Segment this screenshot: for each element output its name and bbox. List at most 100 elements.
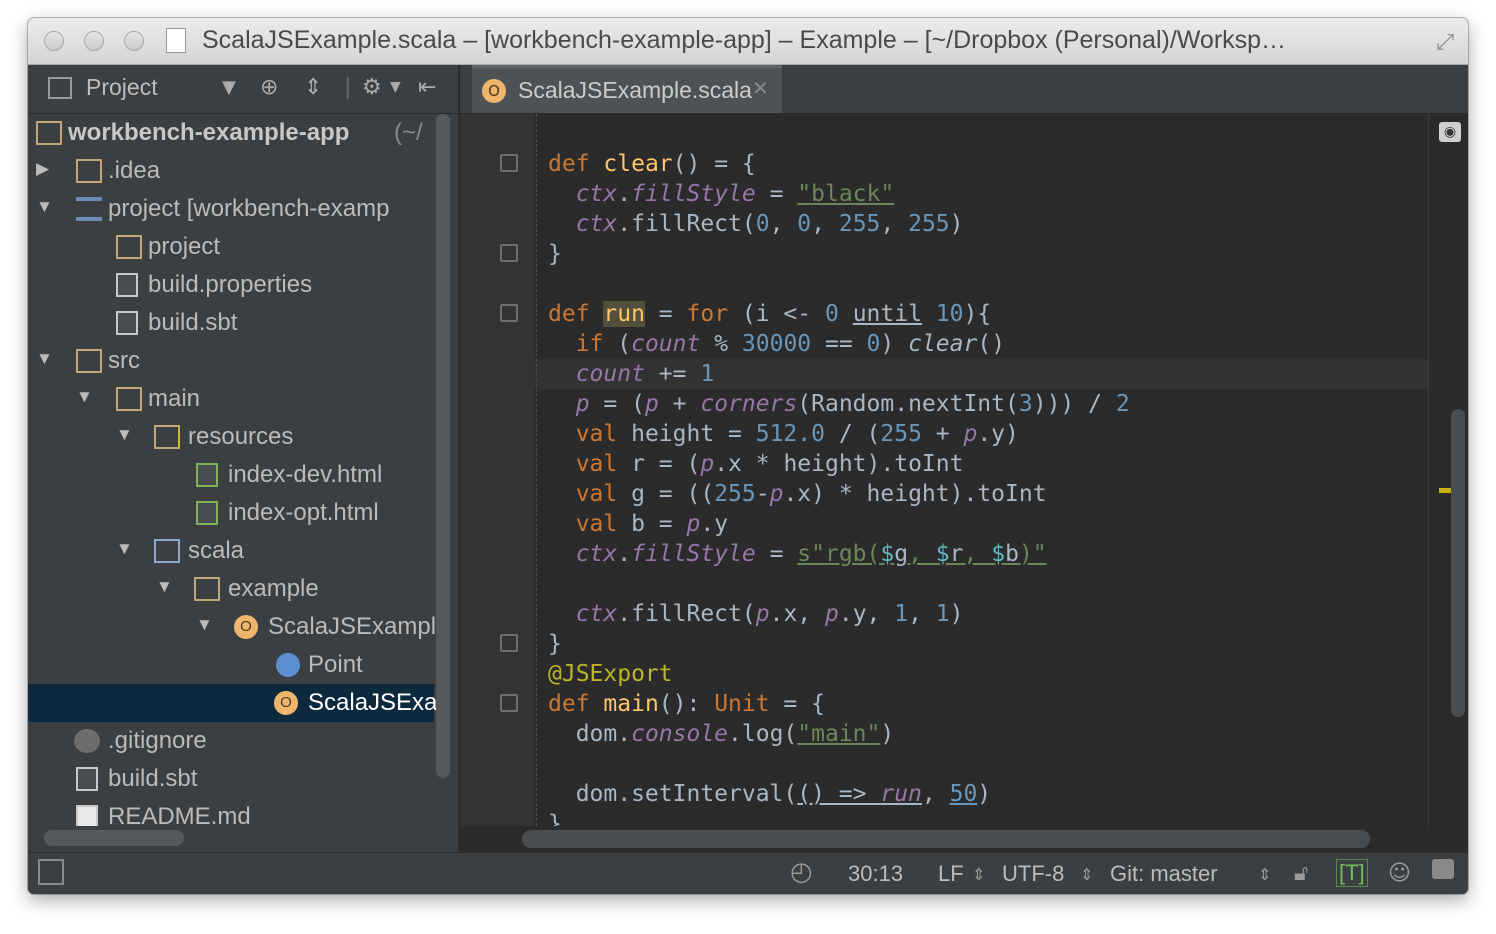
- ide-window: ScalaJSExample.scala – [workbench-exampl…: [28, 18, 1468, 894]
- fold-marker-icon[interactable]: [500, 154, 518, 172]
- memory-indicator-icon[interactable]: ◴: [790, 857, 813, 887]
- editor-vertical-scrollbar[interactable]: [1451, 409, 1465, 717]
- tree-item-gitignore[interactable]: .gitignore: [28, 722, 434, 760]
- collapse-arrow-icon[interactable]: ▼: [76, 387, 93, 407]
- tree-item-build-properties[interactable]: build.properties: [28, 266, 434, 304]
- module-folder-icon: [36, 121, 62, 145]
- inspector-icon[interactable]: ☺: [1388, 861, 1411, 886]
- tree-item-build-sbt[interactable]: build.sbt: [28, 760, 434, 798]
- inspection-eye-icon[interactable]: ◉: [1439, 122, 1461, 142]
- tree-item-index-opt-html[interactable]: index-opt.html: [28, 494, 434, 532]
- tab-scalajsexample[interactable]: O ScalaJSExample.scala ✕: [472, 65, 782, 113]
- close-window-button[interactable]: [44, 31, 64, 51]
- tree-item-scalajsexample-file[interactable]: ▼ O ScalaJSExampl: [28, 608, 436, 646]
- code-line: ctx.fillRect(p.x, p.y, 1, 1): [575, 601, 964, 627]
- collapse-arrow-icon[interactable]: ▼: [36, 197, 53, 217]
- tree-item-idea[interactable]: ▶ .idea: [28, 152, 434, 190]
- scala-object-icon: O: [482, 79, 506, 103]
- editor-tab-bar: O ScalaJSExample.scala ✕: [460, 65, 1468, 114]
- tree-item-scalajsexample-object[interactable]: O ScalaJSExar: [28, 684, 445, 722]
- zoom-window-button[interactable]: [124, 31, 144, 51]
- source-folder-icon: [154, 539, 180, 563]
- window-title: ScalaJSExample.scala – [workbench-exampl…: [202, 26, 1287, 54]
- tree-vertical-scrollbar[interactable]: [436, 114, 450, 778]
- chevron-down-icon[interactable]: ▼: [222, 77, 236, 98]
- git-branch-arrows-icon[interactable]: ⇕: [1258, 865, 1271, 884]
- tree-item-workbench-example-app[interactable]: workbench-example-app (~/: [28, 114, 434, 152]
- gear-dropdown-icon[interactable]: ▼: [390, 79, 401, 95]
- collapse-arrow-icon[interactable]: ▼: [36, 349, 53, 369]
- code-line: def run = for (i <- 0 until 10){: [548, 301, 992, 327]
- git-branch-selector[interactable]: Git: master: [1110, 861, 1218, 887]
- editor-gutter: [460, 114, 534, 826]
- encoding-selector[interactable]: UTF-8: [1002, 861, 1064, 887]
- tree-item-scala[interactable]: ▼ scala: [28, 532, 434, 570]
- fold-marker-icon[interactable]: [500, 304, 518, 322]
- folder-icon: [116, 387, 142, 411]
- tree-item-build-sbt-project[interactable]: build.sbt: [28, 304, 434, 342]
- encoding-arrows-icon[interactable]: ⇕: [1080, 865, 1093, 884]
- collapse-arrow-icon[interactable]: ▼: [196, 615, 213, 635]
- event-log-icon[interactable]: [1432, 859, 1454, 879]
- gear-icon[interactable]: ⚙: [362, 75, 382, 100]
- minimize-window-button[interactable]: [84, 31, 104, 51]
- code-line: @JSExport: [548, 661, 673, 687]
- tree-item-main[interactable]: ▼ main: [28, 380, 434, 418]
- tree-item-example[interactable]: ▼ example: [28, 570, 434, 608]
- tab-label: ScalaJSExample.scala: [518, 77, 752, 103]
- code-line: if (count % 30000 == 0) clear(): [575, 331, 1006, 357]
- code-line: count += 1: [575, 361, 715, 387]
- resources-folder-icon: [154, 425, 180, 449]
- tree-item-readme[interactable]: README.md: [28, 798, 434, 826]
- fold-marker-icon[interactable]: [500, 694, 518, 712]
- code-line: ctx.fillStyle = "black": [575, 181, 895, 207]
- git-file-icon: [74, 729, 100, 753]
- tool-windows-icon[interactable]: [38, 859, 64, 885]
- line-separator-arrows-icon[interactable]: ⇕: [972, 865, 985, 884]
- indent-guide: [536, 114, 538, 826]
- caret-position[interactable]: 30:13: [848, 861, 903, 887]
- close-icon[interactable]: ✕: [752, 76, 769, 100]
- tree-item-project[interactable]: project: [28, 228, 434, 266]
- typing-mode-badge[interactable]: [T]: [1336, 859, 1368, 887]
- fold-marker-icon[interactable]: [500, 634, 518, 652]
- fold-marker-icon[interactable]: [500, 244, 518, 262]
- code-line: def main(): Unit = {: [548, 691, 825, 717]
- code-line: }: [548, 631, 562, 657]
- tree-item-src[interactable]: ▼ src: [28, 342, 434, 380]
- code-line: val height = 512.0 / (255 + p.y): [575, 421, 1019, 447]
- tree-horizontal-scrollbar[interactable]: [44, 830, 184, 846]
- code-editor[interactable]: def clear() = { ctx.fillStyle = "black" …: [460, 114, 1428, 826]
- lock-icon[interactable]: 🔓︎: [1294, 861, 1308, 886]
- project-view-selector[interactable]: Project: [86, 74, 158, 101]
- warning-marker[interactable]: [1439, 488, 1451, 493]
- code-line: ctx.fillRect(0, 0, 255, 255): [575, 211, 964, 237]
- code-line: def clear() = {: [548, 151, 756, 177]
- line-separator-selector[interactable]: LF: [938, 861, 964, 887]
- hide-panel-icon[interactable]: ⇤: [418, 75, 436, 100]
- editor-horizontal-scrollbar[interactable]: [522, 830, 1370, 848]
- fullscreen-icon[interactable]: ⤢: [1436, 30, 1454, 55]
- case-class-icon: [276, 653, 300, 677]
- status-bar: ◴ 30:13 LF ⇕ UTF-8 ⇕ Git: master ⇕ 🔓︎ [T…: [28, 852, 1468, 894]
- folder-icon: [76, 159, 102, 183]
- properties-file-icon: [116, 273, 138, 297]
- project-view-icon: [48, 77, 72, 99]
- tree-item-index-dev-html[interactable]: index-dev.html: [28, 456, 434, 494]
- tree-item-resources[interactable]: ▼ resources: [28, 418, 434, 456]
- scroll-from-source-icon[interactable]: ⊕: [260, 75, 278, 100]
- collapse-arrow-icon[interactable]: ▼: [116, 539, 133, 559]
- code-line: ctx.fillStyle = s"rgb($g, $r, $b)": [575, 541, 1047, 567]
- html-file-icon: [196, 501, 218, 525]
- expand-arrow-icon[interactable]: ▶: [36, 159, 52, 179]
- tree-item-point[interactable]: Point: [28, 646, 434, 684]
- tree-item-project-module[interactable]: ▼ project [workbench-examp: [28, 190, 434, 228]
- collapse-arrow-icon[interactable]: ▼: [156, 577, 173, 597]
- collapse-all-icon[interactable]: ⇕: [304, 75, 322, 100]
- project-toolbar: Project ▼ ⊕ ⇕ | ⚙ ▼ ⇤: [28, 65, 458, 114]
- sbt-file-icon: [76, 767, 98, 791]
- package-folder-icon: [194, 577, 220, 601]
- folder-icon: [76, 349, 102, 373]
- collapse-arrow-icon[interactable]: ▼: [116, 425, 133, 445]
- scala-object-icon: O: [274, 691, 298, 715]
